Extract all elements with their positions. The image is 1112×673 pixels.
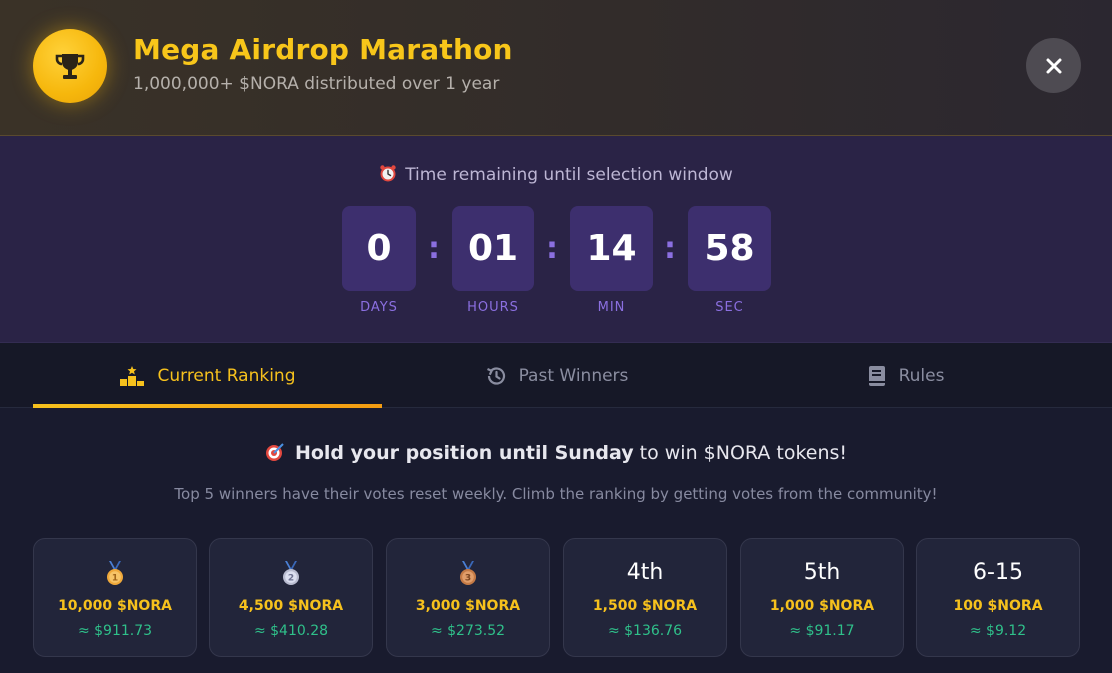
hours-label: HOURS — [467, 300, 519, 315]
target-icon — [265, 442, 285, 467]
hours-value: 01 — [452, 206, 534, 291]
prize-card-4: 4th 1,500 $NORA ≈ $136.76 — [563, 538, 727, 657]
silver-medal-icon: 2 — [210, 559, 372, 587]
tab-rules[interactable]: Rules — [731, 343, 1080, 408]
seconds-label: SEC — [715, 300, 744, 315]
prize-card-3: 3 3,000 $NORA ≈ $273.52 — [386, 538, 550, 657]
modal-header: Mega Airdrop Marathon 1,000,000+ $NORA d… — [0, 0, 1112, 136]
prize-amount: 10,000 $NORA — [58, 598, 172, 614]
modal-title: Mega Airdrop Marathon — [133, 33, 513, 66]
prize-usd: ≈ $9.12 — [969, 623, 1027, 639]
tab-label: Current Ranking — [157, 365, 296, 386]
prize-card-1: 1 10,000 $NORA ≈ $911.73 — [33, 538, 197, 657]
countdown-days: 0 DAYS — [342, 206, 416, 315]
podium-icon — [119, 365, 145, 387]
prize-rank: 4th — [626, 560, 664, 585]
tab-label: Past Winners — [518, 365, 629, 386]
prize-card-5: 5th 1,000 $NORA ≈ $91.17 — [740, 538, 904, 657]
countdown-hours: 01 HOURS — [452, 206, 534, 315]
prize-card-6: 6-15 100 $NORA ≈ $9.12 — [916, 538, 1080, 657]
countdown-heading: Time remaining until selection window — [0, 164, 1112, 187]
svg-text:3: 3 — [465, 574, 471, 584]
book-icon — [867, 365, 887, 387]
close-icon — [1046, 58, 1061, 73]
gold-medal-icon: 1 — [34, 559, 196, 587]
tab-past-winners[interactable]: Past Winners — [382, 343, 731, 408]
prize-amount: 3,000 $NORA — [415, 598, 521, 614]
prize-usd: ≈ $911.73 — [77, 623, 153, 639]
tab-bar: Current Ranking Past Winners Rules — [0, 343, 1112, 408]
countdown-separator: : — [546, 231, 558, 266]
modal-subtitle: 1,000,000+ $NORA distributed over 1 year — [133, 74, 500, 94]
trophy-icon — [33, 29, 107, 103]
prize-usd: ≈ $273.52 — [430, 623, 506, 639]
seconds-value: 58 — [688, 206, 771, 291]
header-text: Mega Airdrop Marathon 1,000,000+ $NORA d… — [133, 32, 513, 94]
minutes-value: 14 — [570, 206, 653, 291]
prize-usd: ≈ $410.28 — [253, 623, 329, 639]
svg-text:1: 1 — [112, 574, 118, 584]
bronze-medal-icon: 3 — [387, 559, 549, 587]
airdrop-modal: Mega Airdrop Marathon 1,000,000+ $NORA d… — [0, 0, 1112, 673]
tab-label: Rules — [898, 365, 945, 386]
ranking-content: Hold your position until Sunday to win $… — [0, 408, 1112, 673]
promo-message: Hold your position until Sunday to win $… — [0, 442, 1112, 467]
countdown-separator: : — [428, 231, 440, 266]
tab-current-ranking[interactable]: Current Ranking — [33, 343, 382, 408]
prize-rank: 6-15 — [973, 560, 1023, 585]
prize-rank: 5th — [803, 560, 841, 585]
days-value: 0 — [342, 206, 416, 291]
promo-note: Top 5 winners have their votes reset wee… — [174, 485, 938, 503]
prize-amount: 1,500 $NORA — [592, 598, 698, 614]
prize-amount: 1,000 $NORA — [769, 598, 875, 614]
days-label: DAYS — [360, 300, 398, 315]
promo-rest: to win $NORA tokens! — [633, 442, 848, 464]
promo-bold: Hold your position until Sunday — [294, 442, 634, 464]
countdown-seconds: 58 SEC — [688, 206, 771, 315]
svg-text:2: 2 — [288, 574, 294, 584]
prize-usd: ≈ $91.17 — [789, 623, 855, 639]
countdown-separator: : — [664, 231, 676, 266]
prize-card-2: 2 4,500 $NORA ≈ $410.28 — [209, 538, 373, 657]
countdown-minutes: 14 MIN — [570, 206, 653, 315]
alarm-clock-icon — [379, 164, 397, 187]
close-button[interactable] — [1026, 38, 1081, 93]
countdown-heading-text: Time remaining until selection window — [405, 165, 733, 185]
prize-usd: ≈ $136.76 — [607, 623, 683, 639]
countdown-panel: Time remaining until selection window 0 … — [0, 136, 1112, 343]
prize-amount: 100 $NORA — [953, 598, 1043, 614]
minutes-label: MIN — [597, 300, 626, 315]
prize-amount: 4,500 $NORA — [238, 598, 344, 614]
history-icon — [485, 365, 507, 387]
